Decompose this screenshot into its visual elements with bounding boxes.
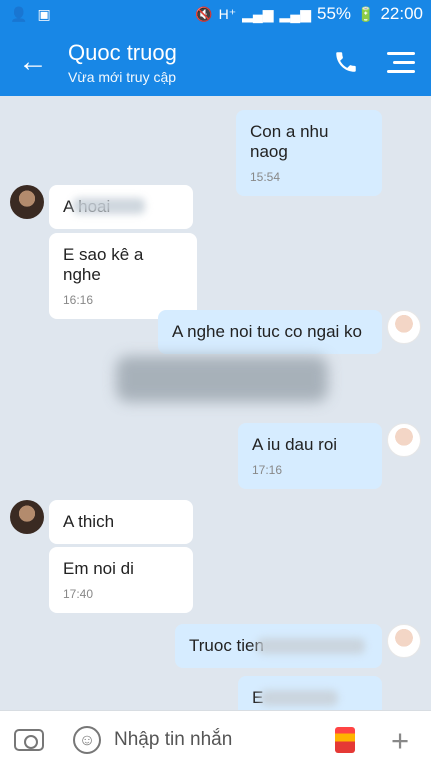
contact-status: Vừa mới truy cập: [68, 69, 177, 85]
signal-icon: ▂▄▆: [242, 5, 274, 22]
outgoing-message: E: [238, 676, 382, 710]
outgoing-message: A iu dau roi 17:16: [238, 423, 382, 489]
my-avatar[interactable]: [387, 310, 421, 344]
camera-icon[interactable]: [14, 729, 44, 751]
battery-percent: 55%: [316, 4, 352, 23]
blurred-text: [260, 690, 338, 706]
plus-icon[interactable]: +: [391, 723, 409, 759]
sticker-icon[interactable]: [335, 727, 355, 753]
contact-avatar[interactable]: [10, 500, 44, 534]
emoji-icon[interactable]: ☺: [73, 726, 101, 754]
image-icon: ▣: [37, 6, 51, 22]
signal-icon-2: ▂▄▆: [279, 5, 311, 22]
message-text: A iu dau roi: [252, 435, 338, 454]
contact-avatar[interactable]: [10, 185, 44, 219]
my-avatar[interactable]: [387, 624, 421, 658]
incoming-message: A hoai: [49, 185, 193, 229]
phone-icon[interactable]: [333, 49, 359, 75]
contact-name[interactable]: Quoc truog: [68, 40, 177, 66]
my-avatar[interactable]: [387, 423, 421, 457]
outgoing-message: Con a nhu naog 15:54: [236, 110, 382, 196]
chat-header: ← Quoc truog Vừa mới truy cập: [0, 30, 431, 96]
message-text: A nghe noi tuc co ngai ko: [172, 322, 362, 341]
mute-icon: 🔇: [195, 5, 213, 22]
status-bar: 👤 ▣ 🔇 H⁺ ▂▄▆ ▂▄▆ 55% 🔋 22:00: [0, 0, 431, 30]
message-text: E sao kê a nghe: [63, 245, 144, 284]
message-text: Truoc tien: [189, 636, 264, 655]
blurred-text: [257, 638, 365, 654]
add-user-icon: 👤: [10, 6, 28, 22]
message-time: 17:40: [63, 587, 94, 601]
incoming-message: E sao kê a nghe 16:16: [49, 233, 197, 319]
message-text: Em noi di: [63, 559, 134, 578]
message-time: 15:54: [250, 170, 281, 184]
outgoing-message: A nghe noi tuc co ngai ko: [158, 310, 382, 354]
sim-icon: H⁺: [218, 5, 237, 22]
message-text: Con a nhu naog: [250, 122, 329, 161]
message-list[interactable]: Con a nhu naog 15:54 A hoai E sao kê a n…: [0, 96, 431, 710]
message-text: A thich: [63, 512, 115, 531]
back-arrow-icon[interactable]: ←: [18, 47, 48, 77]
clock: 22:00: [380, 4, 423, 23]
incoming-message: Em noi di 17:40: [49, 547, 193, 613]
outgoing-message: Truoc tien: [175, 624, 382, 668]
message-input-bar: ☺ Nhập tin nhắn +: [0, 710, 431, 768]
message-input[interactable]: Nhập tin nhắn: [114, 729, 232, 751]
message-time: 16:16: [63, 293, 94, 307]
message-time: 17:16: [252, 463, 283, 477]
battery-icon: 🔋: [357, 5, 375, 22]
menu-icon[interactable]: [387, 52, 415, 74]
blurred-text: [73, 198, 145, 214]
incoming-message: A thich: [49, 500, 193, 544]
blurred-image: [116, 356, 328, 402]
